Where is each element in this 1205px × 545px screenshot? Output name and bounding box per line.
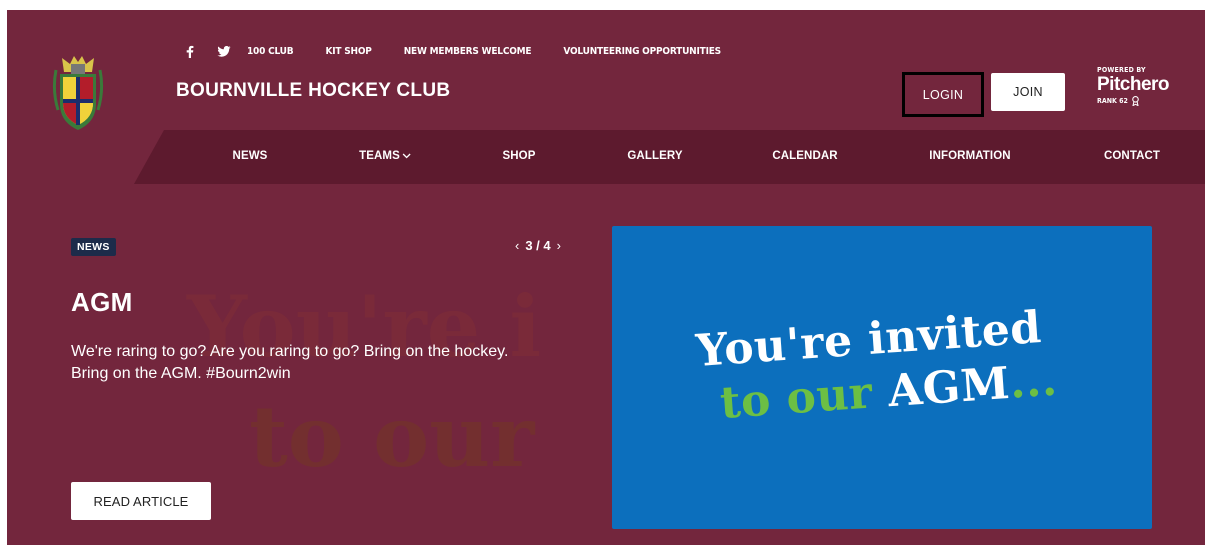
nav-item-shop[interactable]: SHOP xyxy=(503,150,536,162)
join-button[interactable]: JOIN xyxy=(991,73,1065,111)
nav-item-teams-label: TEAMS xyxy=(359,150,400,162)
nav-item-gallery[interactable]: GALLERY xyxy=(627,150,682,162)
top-link-volunteering[interactable]: VOLUNTEERING OPPORTUNITIES xyxy=(563,46,721,57)
login-button[interactable]: LOGIN xyxy=(902,72,984,117)
next-slide-icon[interactable]: › xyxy=(557,238,561,253)
slide-counter-text: 3 / 4 xyxy=(525,238,551,253)
nav-item-information[interactable]: INFORMATION xyxy=(929,150,1010,162)
rank-text: RANK 62 xyxy=(1097,97,1128,105)
top-links-bar: 100 CLUB KIT SHOP NEW MEMBERS WELCOME VO… xyxy=(179,43,753,59)
agm-invite-image[interactable]: You're invited to our AGM... xyxy=(612,226,1152,529)
pitchero-badge[interactable]: POWERED BY Pitchero RANK 62 xyxy=(1097,66,1170,106)
nav-item-contact[interactable]: CONTACT xyxy=(1104,150,1160,162)
top-link-100-club[interactable]: 100 CLUB xyxy=(247,46,294,57)
nav-item-calendar[interactable]: CALENDAR xyxy=(772,150,837,162)
image-line-2-green: to our xyxy=(718,367,875,429)
rank-label: RANK 62 xyxy=(1097,96,1169,106)
top-link-kit-shop[interactable]: KIT SHOP xyxy=(325,46,371,57)
read-article-button[interactable]: READ ARTICLE xyxy=(71,482,211,520)
page-frame: 100 CLUB KIT SHOP NEW MEMBERS WELCOME VO… xyxy=(7,10,1205,545)
powered-by-label: POWERED BY xyxy=(1097,66,1146,74)
nav-item-news[interactable]: NEWS xyxy=(233,150,268,162)
article-title[interactable]: AGM xyxy=(71,287,133,318)
top-link-new-members[interactable]: NEW MEMBERS WELCOME xyxy=(404,46,532,57)
club-name[interactable]: BOURNVILLE HOCKEY CLUB xyxy=(176,80,450,102)
twitter-icon[interactable] xyxy=(213,45,235,57)
slide-counter: ‹ 3 / 4 › xyxy=(515,238,561,253)
image-line-2-dots: ... xyxy=(1008,354,1059,409)
hero-bg-line-2: to our xyxy=(249,387,535,486)
news-badge: NEWS xyxy=(71,238,116,256)
prev-slide-icon[interactable]: ‹ xyxy=(515,238,519,253)
club-crest-logo[interactable] xyxy=(52,50,104,134)
rosette-icon xyxy=(1132,96,1139,106)
article-description: We're raring to go? Are you raring to go… xyxy=(71,343,509,382)
image-line-2-white: AGM xyxy=(886,357,1012,418)
chevron-down-icon xyxy=(402,153,411,159)
facebook-icon[interactable] xyxy=(179,45,201,58)
pitchero-logo: Pitchero xyxy=(1097,74,1170,95)
nav-item-teams[interactable]: TEAMS xyxy=(359,150,411,162)
